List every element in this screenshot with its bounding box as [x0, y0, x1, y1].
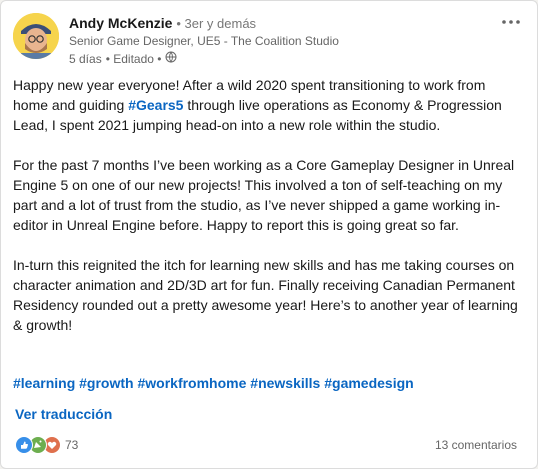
hashtag-link[interactable]: #gamedesign: [324, 375, 413, 391]
author-headline: Senior Game Designer, UE5 - The Coalitio…: [69, 34, 339, 48]
post-meta: 5 días • Editado •: [69, 51, 177, 66]
post-time: 5 días: [69, 51, 102, 66]
post-body: Happy new year everyone! After a wild 20…: [13, 75, 518, 355]
reaction-count: 73: [65, 438, 79, 452]
author-avatar[interactable]: [13, 13, 59, 59]
hashtag-link[interactable]: #newskills: [250, 375, 320, 391]
hashtag-link[interactable]: #growth: [79, 375, 133, 391]
hashtag-link[interactable]: #learning: [13, 375, 75, 391]
hashtag-list: #learning #growth #workfromhome #newskil…: [13, 373, 414, 393]
comments-count-link[interactable]: 13 comentarios: [435, 438, 517, 452]
reactions-summary[interactable]: 73: [15, 436, 78, 454]
hashtag-link[interactable]: #workfromhome: [137, 375, 246, 391]
more-options-button[interactable]: [501, 15, 521, 29]
hashtag-link[interactable]: #Gears5: [128, 97, 183, 113]
author-name[interactable]: Andy McKenzie: [69, 15, 172, 31]
globe-icon: [165, 51, 177, 66]
edited-label: • Editado •: [105, 51, 162, 66]
author-line: Andy McKenzie • 3er y demás: [69, 15, 256, 31]
translate-button[interactable]: Ver traducción: [15, 406, 112, 422]
post-paragraph: Happy new year everyone! After a wild 20…: [13, 77, 502, 133]
post-paragraph: For the past 7 months I’ve been working …: [13, 157, 515, 233]
like-icon: [15, 436, 33, 454]
post-paragraph: In-turn this reignited the itch for lear…: [13, 257, 518, 333]
post-card: Andy McKenzie • 3er y demás Senior Game …: [0, 0, 538, 469]
ellipsis-icon: [502, 20, 520, 24]
connection-degree: • 3er y demás: [176, 16, 257, 31]
